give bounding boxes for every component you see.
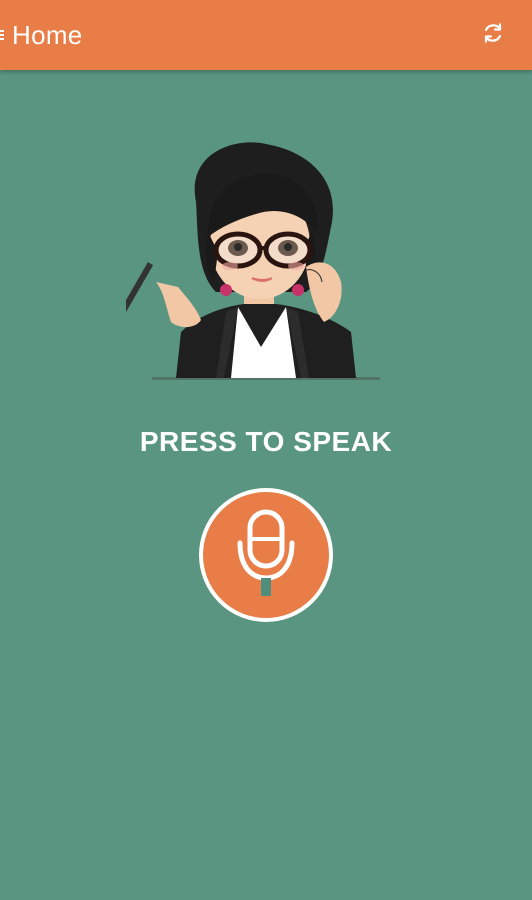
refresh-icon: [481, 21, 505, 50]
microphone-button[interactable]: [199, 488, 333, 622]
microphone-icon: [236, 508, 296, 603]
app-bar: Home: [0, 0, 532, 70]
press-to-speak-label: PRESS TO SPEAK: [139, 426, 393, 457]
menu-icon[interactable]: [0, 28, 6, 40]
refresh-button[interactable]: [478, 20, 508, 50]
page-title: Home: [12, 20, 83, 50]
woman-with-glasses-illustration: [120, 132, 386, 384]
